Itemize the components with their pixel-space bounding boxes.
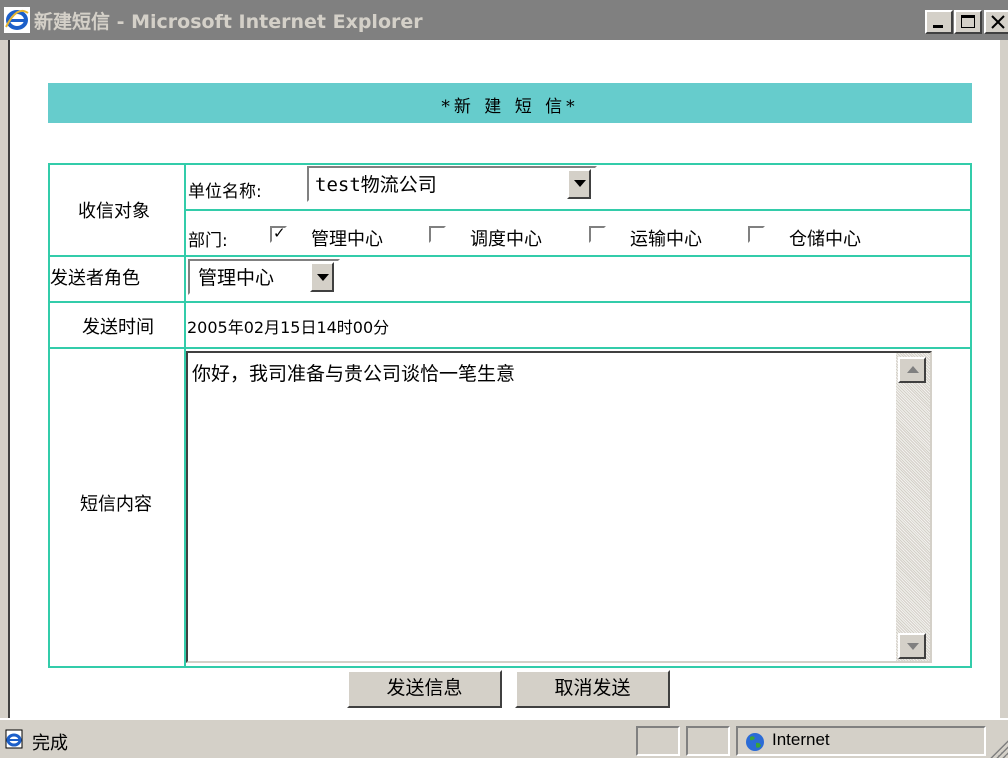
window-title: 新建短信 - Microsoft Internet Explorer [34,11,423,33]
department-label-management: 管理中心 [311,229,383,250]
message-content-text: 你好，我司准备与贵公司谈恰一笔生意 [192,363,516,385]
close-button[interactable] [984,10,1008,34]
status-panel [636,726,680,756]
status-bar: 完成 Internet [0,718,1008,758]
close-icon [991,15,1005,29]
resize-grip[interactable] [988,738,1008,758]
department-checkbox-dispatch[interactable] [429,226,446,243]
table-divider [184,209,972,211]
company-dropdown-button[interactable] [567,169,591,199]
department-label-transport: 运输中心 [630,229,702,250]
recipient-label: 收信对象 [78,201,150,222]
table-divider [48,301,972,303]
department-checkbox-management[interactable]: ✓ [270,224,287,243]
message-content-textarea[interactable]: 你好，我司准备与贵公司谈恰一笔生意 [186,351,932,663]
scroll-up-button[interactable] [898,357,926,383]
chevron-down-icon [574,180,586,187]
department-label-storage: 仓储中心 [789,229,861,250]
send-time-label: 发送时间 [82,317,154,338]
arrow-down-icon [907,643,919,650]
sender-role-label: 发送者角色 [50,268,140,289]
department-checkbox-storage[interactable] [748,226,765,243]
table-divider [48,255,972,257]
send-message-button[interactable]: 发送信息 [347,670,502,708]
textarea-scrollbar[interactable] [896,353,930,661]
table-divider [48,347,972,349]
zone-text: Internet [772,730,830,749]
ie-logo-icon [4,7,30,33]
department-checkbox-transport[interactable] [589,226,606,243]
arrow-up-icon [907,366,919,373]
status-panel [686,726,730,756]
maximize-icon [961,15,975,28]
title-bar[interactable]: 新建短信 - Microsoft Internet Explorer [0,0,1008,40]
sender-role-select[interactable]: 管理中心 [188,259,340,295]
window-frame-left [0,40,8,718]
content-label: 短信内容 [80,494,152,515]
company-label: 单位名称: [188,182,262,202]
scroll-down-button[interactable] [898,633,926,659]
sender-role-select-value: 管理中心 [198,267,275,289]
department-label-dispatch: 调度中心 [470,229,542,250]
page-done-icon [5,729,23,749]
department-label: 部门: [188,231,228,251]
company-select-value: test物流公司 [315,174,437,196]
globe-icon [746,733,764,751]
status-text: 完成 [32,733,68,754]
chevron-down-icon [317,274,329,281]
window-frame-right [1000,40,1008,718]
page-title: *新 建 短 信* [441,97,579,117]
page-header-bar: *新 建 短 信* [48,83,972,123]
security-zone-panel[interactable]: Internet [736,726,986,756]
maximize-button[interactable] [954,10,982,34]
cancel-send-button[interactable]: 取消发送 [515,670,670,708]
sender-role-dropdown-button[interactable] [310,262,334,292]
minimize-icon [933,25,943,28]
checkmark-icon: ✓ [273,224,286,242]
company-select[interactable]: test物流公司 [307,166,597,202]
minimize-button[interactable] [925,10,953,34]
send-time-value: 2005年02月15日14时00分 [187,318,390,337]
